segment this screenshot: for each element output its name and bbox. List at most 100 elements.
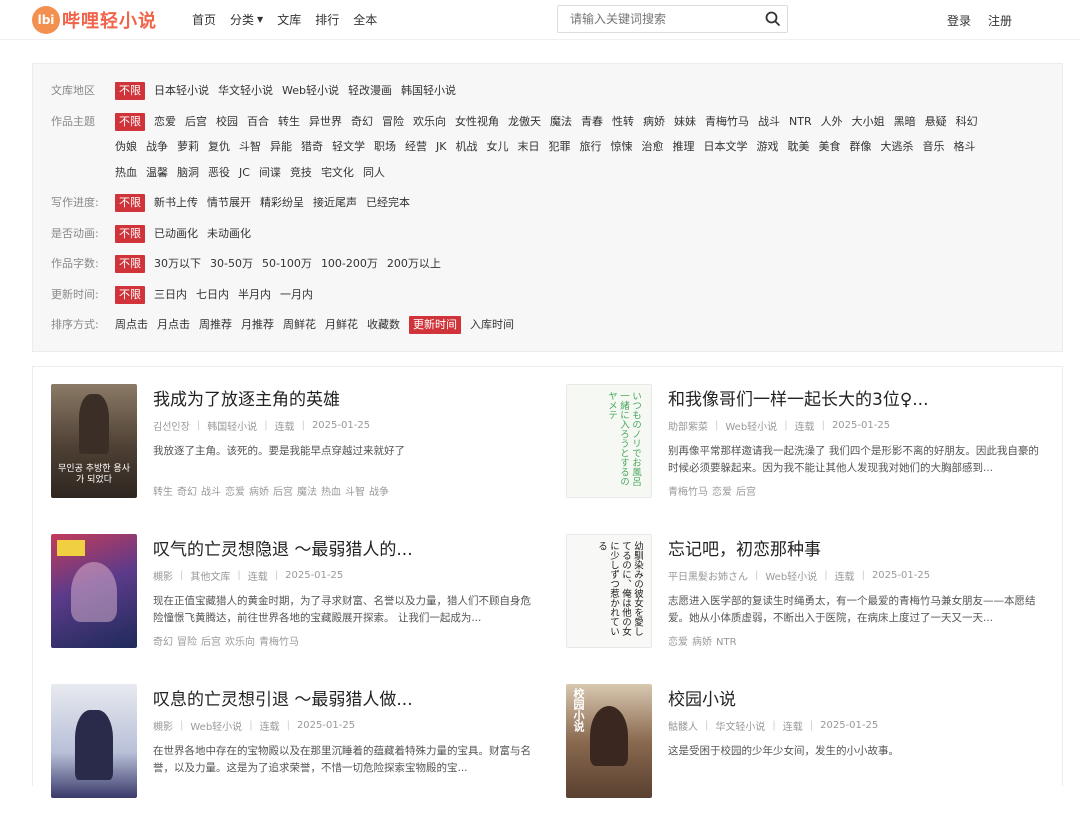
book-tag[interactable]: 冒险 bbox=[177, 637, 197, 648]
filter-option[interactable]: 斗智 bbox=[239, 134, 261, 160]
filter-option[interactable]: 入库时间 bbox=[470, 312, 514, 338]
filter-option[interactable]: 恋爱 bbox=[154, 109, 176, 135]
filter-option[interactable]: 校园 bbox=[216, 109, 238, 135]
book-tag[interactable]: 斗智 bbox=[345, 487, 365, 498]
filter-option[interactable]: 游戏 bbox=[756, 134, 778, 160]
filter-option[interactable]: 周推荐 bbox=[199, 312, 232, 338]
filter-option[interactable]: 惊悚 bbox=[610, 134, 632, 160]
book-item[interactable]: 叹气的亡灵想隐退 ～最弱猎人的... 槻影 | 其他文库 | 连载 | 2025-01-25 现… bbox=[51, 534, 531, 664]
filter-option[interactable]: 200万以上 bbox=[387, 251, 441, 277]
search-input[interactable] bbox=[570, 12, 759, 26]
filter-option[interactable]: 周鲜花 bbox=[283, 312, 316, 338]
book-tag[interactable]: 后宫 bbox=[273, 487, 293, 498]
book-library[interactable]: Web轻小说 bbox=[190, 718, 242, 733]
filter-option[interactable]: JK bbox=[436, 134, 446, 160]
nav-category[interactable]: 分类 ▼ bbox=[230, 11, 263, 28]
filter-option[interactable]: 推理 bbox=[672, 134, 694, 160]
filter-option[interactable]: 大逃杀 bbox=[880, 134, 913, 160]
book-title[interactable]: 叹息的亡灵想引退 ～最弱猎人做... bbox=[153, 688, 531, 712]
filter-option[interactable]: NTR bbox=[789, 109, 812, 135]
filter-option[interactable]: 脑洞 bbox=[177, 160, 199, 186]
book-tag[interactable]: 青梅竹马 bbox=[668, 487, 708, 498]
nav-complete[interactable]: 全本 bbox=[353, 11, 377, 28]
filter-option[interactable]: 间谍 bbox=[259, 160, 281, 186]
filter-option[interactable]: 美食 bbox=[818, 134, 840, 160]
book-tag[interactable]: 恋爱 bbox=[712, 487, 732, 498]
filter-option[interactable]: 50-100万 bbox=[262, 251, 312, 277]
filter-option[interactable]: 收藏数 bbox=[367, 312, 400, 338]
site-logo[interactable]: lbi 哔哩轻小说 bbox=[32, 5, 182, 34]
book-item[interactable]: いつものノリでお風呂一緒に入ろうとするのヤメテ 和我像哥们一样一起长大的3位♀..… bbox=[566, 384, 1046, 514]
book-author[interactable]: 助部紫菜 bbox=[668, 418, 708, 433]
filter-option[interactable]: 温馨 bbox=[146, 160, 168, 186]
filter-option[interactable]: 已动画化 bbox=[154, 221, 198, 247]
filter-option[interactable]: 一月内 bbox=[280, 282, 313, 308]
filter-option[interactable]: 新书上传 bbox=[154, 190, 198, 216]
book-tag[interactable]: 欢乐向 bbox=[225, 637, 255, 648]
filter-option[interactable]: 轻改漫画 bbox=[348, 78, 392, 104]
filter-option[interactable]: Web轻小说 bbox=[282, 78, 339, 104]
filter-option[interactable]: 犯罪 bbox=[548, 134, 570, 160]
filter-option[interactable]: 魔法 bbox=[550, 109, 572, 135]
filter-option[interactable]: 萝莉 bbox=[177, 134, 199, 160]
filter-option[interactable]: 复仇 bbox=[208, 134, 230, 160]
filter-option[interactable]: 30-50万 bbox=[210, 251, 253, 277]
filter-option[interactable]: 治愈 bbox=[641, 134, 663, 160]
book-cover[interactable] bbox=[51, 534, 137, 648]
book-tag[interactable]: 青梅竹马 bbox=[259, 637, 299, 648]
book-cover[interactable]: 校园小说 bbox=[566, 684, 652, 798]
filter-option[interactable]: 不限 bbox=[115, 255, 145, 273]
book-cover[interactable]: 무인공 추방한 용사가 되었다 bbox=[51, 384, 137, 498]
book-tag[interactable]: 热血 bbox=[321, 487, 341, 498]
book-tag[interactable]: 魔法 bbox=[297, 487, 317, 498]
book-title[interactable]: 校园小说 bbox=[668, 688, 1046, 712]
book-tag[interactable]: 奇幻 bbox=[153, 637, 173, 648]
filter-option[interactable]: 经营 bbox=[405, 134, 427, 160]
filter-option[interactable]: 未动画化 bbox=[207, 221, 251, 247]
filter-option[interactable]: 精彩纷呈 bbox=[260, 190, 304, 216]
filter-option[interactable]: 不限 bbox=[115, 82, 145, 100]
filter-option[interactable]: 青梅竹马 bbox=[705, 109, 749, 135]
book-author[interactable]: 骷髅人 bbox=[668, 718, 698, 733]
book-tag[interactable]: 恋爱 bbox=[668, 637, 688, 648]
filter-option[interactable]: 末日 bbox=[517, 134, 539, 160]
filter-option[interactable]: 半月内 bbox=[238, 282, 271, 308]
filter-option[interactable]: 战斗 bbox=[758, 109, 780, 135]
nav-ranking[interactable]: 排行 bbox=[315, 11, 339, 28]
filter-option[interactable]: 妹妹 bbox=[674, 109, 696, 135]
nav-home[interactable]: 首页 bbox=[192, 11, 216, 28]
filter-option[interactable]: 格斗 bbox=[953, 134, 975, 160]
login-link[interactable]: 登录 bbox=[947, 12, 971, 29]
filter-option[interactable]: 青春 bbox=[581, 109, 603, 135]
book-item[interactable]: 幼馴染みの彼女を愛してるのに、俺は他の女に少しずつ惹かれている 忘记吧，初恋那种事… bbox=[566, 534, 1046, 664]
book-tag[interactable]: 奇幻 bbox=[177, 487, 197, 498]
nav-library[interactable]: 文库 bbox=[277, 11, 301, 28]
book-item[interactable]: 叹息的亡灵想引退 ～最弱猎人做... 槻影 | Web轻小说 | 连载 | 2025-01-2… bbox=[51, 684, 531, 814]
filter-option[interactable]: 不限 bbox=[115, 224, 145, 243]
filter-option[interactable]: 日本轻小说 bbox=[154, 78, 209, 104]
book-title[interactable]: 忘记吧，初恋那种事 bbox=[668, 538, 1046, 562]
filter-option[interactable]: 性转 bbox=[612, 109, 634, 135]
filter-option[interactable]: 日本文学 bbox=[703, 134, 747, 160]
filter-option[interactable]: 大小姐 bbox=[852, 109, 885, 135]
filter-option[interactable]: 群像 bbox=[849, 134, 871, 160]
book-library[interactable]: 其他文库 bbox=[190, 568, 230, 583]
book-author[interactable]: 槻影 bbox=[153, 718, 173, 733]
filter-option[interactable]: 竞技 bbox=[290, 160, 312, 186]
filter-option[interactable]: 旅行 bbox=[579, 134, 601, 160]
book-tag[interactable]: 病娇 bbox=[692, 637, 712, 648]
filter-option[interactable]: 已经完本 bbox=[366, 190, 410, 216]
filter-option[interactable]: 耽美 bbox=[787, 134, 809, 160]
filter-option[interactable]: 七日内 bbox=[196, 282, 229, 308]
book-author[interactable]: 平日黒髪お姉さん bbox=[668, 568, 748, 583]
book-author[interactable]: 김선인장 bbox=[153, 418, 190, 433]
book-library[interactable]: 韩国轻小说 bbox=[207, 418, 257, 433]
filter-option[interactable]: 女儿 bbox=[486, 134, 508, 160]
book-cover[interactable]: いつものノリでお風呂一緒に入ろうとするのヤメテ bbox=[566, 384, 652, 498]
book-tag[interactable]: 战斗 bbox=[201, 487, 221, 498]
filter-option[interactable]: 职场 bbox=[374, 134, 396, 160]
filter-option[interactable]: 接近尾声 bbox=[313, 190, 357, 216]
book-title[interactable]: 叹气的亡灵想隐退 ～最弱猎人的... bbox=[153, 538, 531, 562]
filter-option[interactable]: 后宫 bbox=[185, 109, 207, 135]
filter-option[interactable]: 战争 bbox=[146, 134, 168, 160]
